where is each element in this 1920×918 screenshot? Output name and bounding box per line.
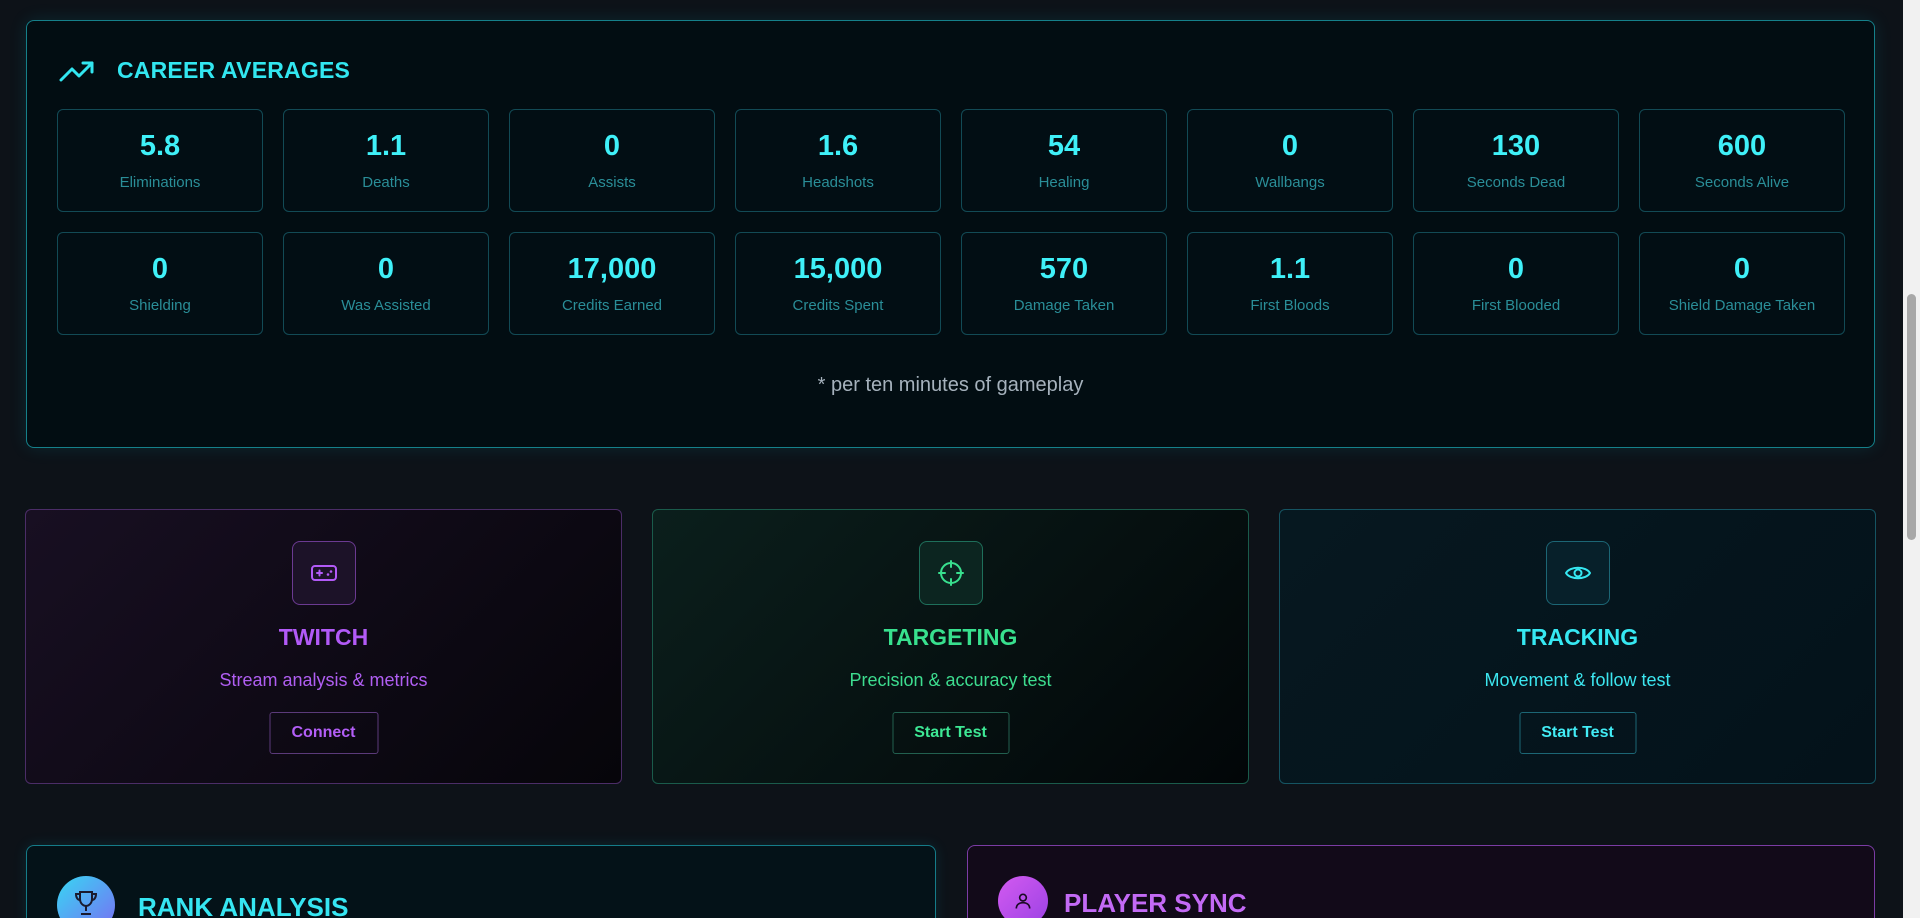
twitch-description: Stream analysis & metrics: [219, 670, 428, 690]
stat-value: 0: [151, 253, 169, 285]
stat-seconds-dead: 130 Seconds Dead: [1413, 109, 1619, 212]
stat-assists: 0 Assists: [509, 109, 715, 212]
stat-value: 0: [1733, 253, 1751, 285]
page: CAREER AVERAGES 5.8 Eliminations 1.1 Dea…: [0, 0, 1920, 918]
targeting-description: Precision & accuracy test: [849, 670, 1052, 690]
twitch-title: TWITCH: [278, 624, 369, 650]
rank-avatar: [57, 876, 115, 918]
career-averages-header: CAREER AVERAGES: [59, 57, 350, 84]
stat-wallbangs: 0 Wallbangs: [1187, 109, 1393, 212]
tracking-description: Movement & follow test: [1484, 670, 1671, 690]
stat-value: 0: [1507, 253, 1525, 285]
tracking-icon-box: [1545, 541, 1610, 605]
stat-healing: 54 Healing: [961, 109, 1167, 212]
stat-value: 1.1: [365, 130, 407, 162]
twitch-card: TWITCH Stream analysis & metrics Connect: [25, 509, 622, 784]
targeting-card: TARGETING Precision & accuracy test Star…: [652, 509, 1249, 784]
rank-analysis-title: RANK ANALYSIS: [138, 892, 349, 918]
stat-label: Shield Damage Taken: [1668, 297, 1816, 314]
stat-first-bloods: 1.1 First Bloods: [1187, 232, 1393, 335]
user-icon: [1015, 893, 1031, 909]
stat-label: Wallbangs: [1255, 174, 1325, 191]
stat-label: Credits Spent: [792, 297, 884, 314]
stat-eliminations: 5.8 Eliminations: [57, 109, 263, 212]
stat-label: Was Assisted: [341, 297, 431, 314]
targeting-title: TARGETING: [883, 624, 1018, 650]
stat-seconds-alive: 600 Seconds Alive: [1639, 109, 1845, 212]
stat-label: Credits Earned: [561, 297, 663, 314]
career-averages-panel: CAREER AVERAGES 5.8 Eliminations 1.1 Dea…: [26, 20, 1875, 448]
stat-credits-spent: 15,000 Credits Spent: [735, 232, 941, 335]
stat-value: 0: [377, 253, 395, 285]
stat-value: 15,000: [793, 253, 883, 285]
rank-analysis-panel: RANK ANALYSIS: [26, 845, 936, 918]
stat-shielding: 0 Shielding: [57, 232, 263, 335]
player-sync-title: PLAYER SYNC: [1064, 888, 1247, 918]
gamepad-icon: [310, 565, 337, 581]
targeting-start-button[interactable]: Start Test: [892, 712, 1009, 754]
twitch-connect-button[interactable]: Connect: [269, 712, 378, 754]
stat-value: 570: [1039, 253, 1089, 285]
stat-label: Seconds Dead: [1466, 174, 1566, 191]
stat-damage-taken: 570 Damage Taken: [961, 232, 1167, 335]
stat-value: 0: [1281, 130, 1299, 162]
eye-icon: [1564, 566, 1591, 580]
stat-label: First Bloods: [1250, 297, 1330, 314]
career-averages-title: CAREER AVERAGES: [117, 57, 351, 83]
stat-value: 54: [1047, 130, 1081, 162]
stat-value: 600: [1717, 130, 1767, 162]
stat-label: Deaths: [362, 174, 410, 191]
stat-label: Assists: [588, 174, 636, 191]
stat-value: 0: [603, 130, 621, 162]
stat-headshots: 1.6 Headshots: [735, 109, 941, 212]
stat-label: Shielding: [129, 297, 191, 314]
player-sync-panel: PLAYER SYNC: [967, 845, 1875, 918]
stat-shield-damage-taken: 0 Shield Damage Taken: [1639, 232, 1845, 335]
stat-label: Damage Taken: [1013, 297, 1115, 314]
stat-label: Headshots: [802, 174, 874, 191]
stat-deaths: 1.1 Deaths: [283, 109, 489, 212]
career-footnote: * per ten minutes of gameplay: [817, 374, 1084, 396]
scrollbar-thumb[interactable]: [1907, 294, 1916, 540]
stat-value: 5.8: [139, 130, 181, 162]
targeting-icon-box: [918, 541, 983, 605]
tracking-start-button[interactable]: Start Test: [1519, 712, 1636, 754]
trophy-icon: [74, 891, 98, 915]
trending-up-icon: [59, 61, 94, 81]
player-sync-avatar: [998, 876, 1048, 918]
twitch-icon-box: [291, 541, 356, 605]
stat-label: Healing: [1038, 174, 1090, 191]
crosshair-icon: [937, 560, 964, 586]
stat-was-assisted: 0 Was Assisted: [283, 232, 489, 335]
stat-label: First Blooded: [1471, 297, 1561, 314]
stat-value: 1.6: [817, 130, 859, 162]
stat-first-blooded: 0 First Blooded: [1413, 232, 1619, 335]
stat-value: 1.1: [1269, 253, 1311, 285]
stat-value: 130: [1491, 130, 1541, 162]
stat-label: Seconds Alive: [1694, 174, 1790, 191]
stat-label: Eliminations: [119, 174, 201, 191]
stat-value: 17,000: [567, 253, 657, 285]
tracking-title: TRACKING: [1516, 624, 1639, 650]
tracking-card: TRACKING Movement & follow test Start Te…: [1279, 509, 1876, 784]
page-scrollbar[interactable]: [1903, 0, 1920, 918]
stat-credits-earned: 17,000 Credits Earned: [509, 232, 715, 335]
